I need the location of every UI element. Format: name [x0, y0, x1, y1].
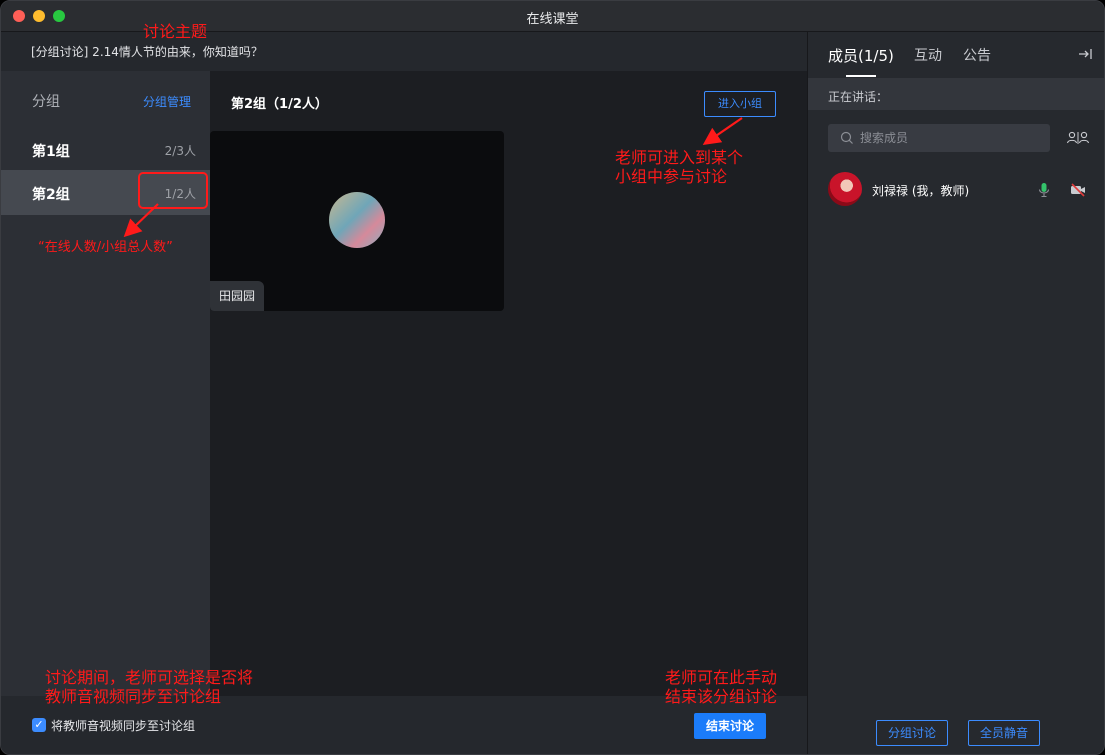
active-tab-indicator	[846, 75, 876, 77]
group-list-panel: 分组 分组管理 第1组 2/3人 第2组 1/2人	[1, 71, 210, 696]
annotation-sync: 讨论期间，老师可选择是否将 教师音视频同步至讨论组	[45, 668, 253, 706]
annotation-line: 教师音视频同步至讨论组	[45, 687, 222, 706]
speaking-bar: 正在讲话：	[808, 78, 1104, 110]
annotation-line: 讨论期间，老师可选择是否将	[45, 668, 254, 687]
right-panel: 成员(1/5) 互动 公告 正在讲话： 搜索成员 刘禄禄 (我，教师) 分组讨论…	[807, 32, 1104, 754]
enter-group-button[interactable]: 进入小组	[704, 91, 776, 117]
mute-all-button[interactable]: 全员静音	[968, 720, 1040, 746]
annotation-enter-group: 老师可进入到某个 小组中参与讨论	[615, 148, 743, 186]
collapse-panel-icon[interactable]	[1077, 46, 1093, 62]
speaking-label: 正在讲话：	[828, 90, 889, 104]
annotation-line: 老师可进入到某个	[615, 148, 744, 167]
sync-av-label: 将教师音视频同步至讨论组	[51, 719, 196, 733]
group-manage-link[interactable]: 分组管理	[143, 93, 191, 110]
group-count: 2/3人	[164, 144, 196, 158]
group-list-title: 分组	[32, 94, 60, 110]
member-video-tile[interactable]: 田园园	[210, 131, 504, 311]
member-name: 刘禄禄 (我，教师)	[872, 184, 970, 198]
member-avatar	[828, 172, 862, 206]
annotation-count: “在线人数/小组总人数”	[38, 240, 173, 255]
annotation-line: 老师可在此手动	[665, 668, 778, 687]
tab-announcement[interactable]: 公告	[963, 45, 991, 65]
classroom-left-column: [分组讨论] 2.14情人节的由来，你知道吗？ 分组 分组管理 第1组 2/3人…	[1, 32, 807, 754]
annotation-end: 老师可在此手动 结束该分组讨论	[665, 668, 777, 706]
topic-bar: [分组讨论] 2.14情人节的由来，你知道吗？	[1, 32, 807, 71]
group-item-1[interactable]: 第1组 2/3人	[1, 127, 210, 172]
member-view-switch-icon[interactable]	[1066, 130, 1090, 146]
tile-member-name: 田园园	[210, 281, 265, 311]
member-list-item[interactable]: 刘禄禄 (我，教师)	[808, 170, 1104, 210]
end-discussion-button[interactable]: 结束讨论	[694, 713, 766, 739]
member-avatar	[329, 192, 385, 248]
annotation-line: 结束该分组讨论	[665, 687, 778, 706]
discussion-topic: [分组讨论] 2.14情人节的由来，你知道吗？	[31, 45, 263, 59]
app-window: 在线课堂 [分组讨论] 2.14情人节的由来，你知道吗？ 分组 分组管理 第1组…	[0, 0, 1105, 755]
current-group-title: 第2组（1/2人）	[231, 97, 328, 112]
annotation-line: 小组中参与讨论	[615, 167, 728, 186]
camera-off-icon[interactable]	[1070, 183, 1086, 197]
member-search-input[interactable]	[860, 124, 1040, 152]
annotation-highlight-box	[138, 172, 208, 209]
sync-av-checkbox[interactable]: ✓	[32, 718, 46, 732]
group-discussion-button[interactable]: 分组讨论	[876, 720, 948, 746]
group-list-header: 分组 分组管理	[1, 71, 210, 128]
panel-tabs: 成员(1/5) 互动 公告	[808, 32, 1104, 77]
tab-members[interactable]: 成员(1/5)	[828, 45, 894, 66]
annotation-topic: 讨论主题	[143, 22, 208, 41]
tab-interaction[interactable]: 互动	[914, 45, 942, 65]
search-icon	[840, 131, 853, 144]
group-name: 第1组	[32, 144, 70, 160]
microphone-icon[interactable]	[1038, 182, 1050, 198]
group-name: 第2组	[32, 187, 70, 203]
member-search-box	[828, 124, 1050, 152]
